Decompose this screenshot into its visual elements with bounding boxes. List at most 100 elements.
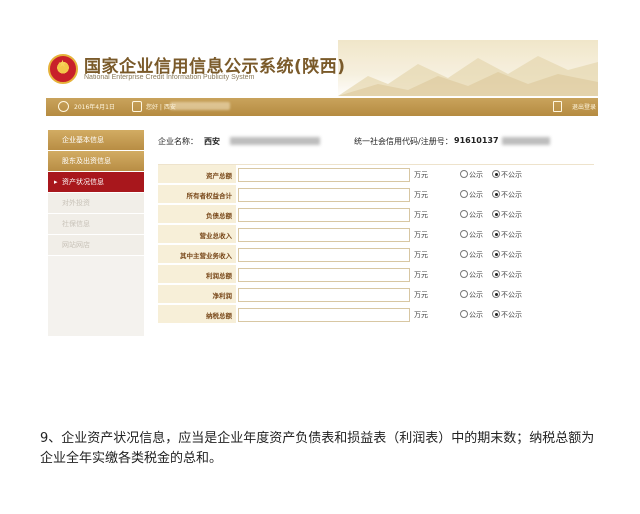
redacted-credit-code <box>502 137 550 145</box>
unit-label: 万元 <box>414 271 428 279</box>
private-radio[interactable] <box>492 190 500 198</box>
field-label: 纳税总额 <box>206 312 232 320</box>
private-radio-label: 不公示 <box>501 311 522 319</box>
sidebar-item-shareholders[interactable]: 股东及出资信息 <box>48 151 144 171</box>
private-radio[interactable] <box>492 170 500 178</box>
top-info-bar: 2016年4月1日 您好 | 西安 退出登录 <box>46 98 598 116</box>
public-radio[interactable] <box>460 190 468 198</box>
total-revenue-input[interactable] <box>238 228 410 242</box>
sidebar-item-label: 资产状况信息 <box>62 178 104 186</box>
unit-label: 万元 <box>414 211 428 219</box>
private-radio-label: 不公示 <box>501 291 522 299</box>
private-radio[interactable] <box>492 310 500 318</box>
credit-code-value: 91610137 <box>454 136 499 145</box>
field-label: 负债总额 <box>206 212 232 220</box>
field-label-cell: 负债总额 <box>158 205 236 224</box>
sidebar-item-assets[interactable]: ▸ 资产状况信息 <box>48 172 144 192</box>
enterprise-info-row: 企业名称： 西安 统一社会信用代码/注册号： 91610137 <box>158 136 594 148</box>
field-label: 其中主营业务收入 <box>180 252 232 260</box>
asset-status-form: 资产总额 万元 公示 不公示 所有者权益合计 万元 公示 不公示 负债总额 万元… <box>158 164 594 324</box>
field-label: 净利润 <box>212 292 233 300</box>
national-emblem-icon: ★ <box>48 54 78 84</box>
form-row-main-business-revenue: 其中主营业务收入 万元 公示 不公示 <box>158 245 594 265</box>
form-row-total-tax: 纳税总额 万元 公示 不公示 <box>158 305 594 325</box>
form-row-total-liabilities: 负债总额 万元 公示 不公示 <box>158 205 594 225</box>
form-row-net-profit: 净利润 万元 公示 不公示 <box>158 285 594 305</box>
enterprise-name-value: 西安 <box>204 137 220 146</box>
sidebar-item-label: 企业基本信息 <box>62 136 104 144</box>
user-icon <box>132 101 142 112</box>
sidebar-item-label: 对外投资 <box>62 199 90 207</box>
public-radio[interactable] <box>460 210 468 218</box>
caption-text: 9、企业资产状况信息，应当是企业年度资产负债表和损益表（利润表）中的期末数；纳税… <box>40 429 610 469</box>
unit-label: 万元 <box>414 251 428 259</box>
unit-label: 万元 <box>414 291 428 299</box>
sidebar: 企业基本信息 股东及出资信息 ▸ 资产状况信息 对外投资 社保信息 网站网店 <box>48 130 144 336</box>
public-radio-label: 公示 <box>469 171 483 179</box>
form-row-total-revenue: 营业总收入 万元 公示 不公示 <box>158 225 594 245</box>
total-tax-input[interactable] <box>238 308 410 322</box>
sidebar-item-websites[interactable]: 网站网店 <box>48 235 144 255</box>
public-radio[interactable] <box>460 290 468 298</box>
private-radio[interactable] <box>492 210 500 218</box>
field-label-cell: 净利润 <box>158 285 236 304</box>
sidebar-item-social-security[interactable]: 社保信息 <box>48 214 144 234</box>
field-label-cell: 利润总额 <box>158 265 236 284</box>
private-radio-label: 不公示 <box>501 211 522 219</box>
sidebar-item-basic-info[interactable]: 企业基本信息 <box>48 130 144 150</box>
unit-label: 万元 <box>414 171 428 179</box>
site-header: ★ 国家企业信用信息公示系统(陕西) National Enterprise C… <box>44 40 598 98</box>
field-label: 资产总额 <box>206 172 232 180</box>
public-radio[interactable] <box>460 170 468 178</box>
sidebar-background <box>48 256 144 336</box>
caption-line-2: 企业全年实缴各类税金的总和。 <box>40 451 223 466</box>
site-subtitle: National Enterprise Credit Information P… <box>84 74 255 81</box>
private-radio[interactable] <box>492 290 500 298</box>
field-label-cell: 其中主营业务收入 <box>158 245 236 264</box>
credit-code-label: 统一社会信用代码/注册号： <box>354 137 453 146</box>
owner-equity-input[interactable] <box>238 188 410 202</box>
main-business-revenue-input[interactable] <box>238 248 410 262</box>
field-label: 所有者权益合计 <box>186 192 233 200</box>
public-radio-label: 公示 <box>469 211 483 219</box>
logout-icon[interactable] <box>553 101 562 112</box>
sidebar-item-label: 网站网店 <box>62 241 90 249</box>
total-liabilities-input[interactable] <box>238 208 410 222</box>
current-date: 2016年4月1日 <box>74 104 115 111</box>
field-label: 营业总收入 <box>199 232 233 240</box>
private-radio-label: 不公示 <box>501 271 522 279</box>
public-radio-label: 公示 <box>469 251 483 259</box>
sidebar-item-label: 股东及出资信息 <box>62 157 111 165</box>
form-row-total-profit: 利润总额 万元 公示 不公示 <box>158 265 594 285</box>
public-radio-label: 公示 <box>469 271 483 279</box>
logout-link[interactable]: 退出登录 <box>572 102 596 111</box>
private-radio-label: 不公示 <box>501 251 522 259</box>
private-radio[interactable] <box>492 250 500 258</box>
public-radio[interactable] <box>460 230 468 238</box>
private-radio[interactable] <box>492 230 500 238</box>
sidebar-item-investment[interactable]: 对外投资 <box>48 193 144 213</box>
public-radio[interactable] <box>460 270 468 278</box>
public-radio-label: 公示 <box>469 191 483 199</box>
form-row-owner-equity: 所有者权益合计 万元 公示 不公示 <box>158 185 594 205</box>
main-panel: 企业名称： 西安 统一社会信用代码/注册号： 91610137 资产总额 万元 … <box>154 130 594 368</box>
private-radio-label: 不公示 <box>501 191 522 199</box>
private-radio[interactable] <box>492 270 500 278</box>
field-label-cell: 所有者权益合计 <box>158 185 236 204</box>
field-label-cell: 纳税总额 <box>158 305 236 324</box>
unit-label: 万元 <box>414 191 428 199</box>
public-radio[interactable] <box>460 310 468 318</box>
public-radio-label: 公示 <box>469 231 483 239</box>
field-label: 利润总额 <box>206 272 232 280</box>
unit-label: 万元 <box>414 231 428 239</box>
caption-line-1: 9、企业资产状况信息，应当是企业年度资产负债表和损益表（利润表）中的期末数；纳税… <box>40 431 595 446</box>
total-assets-input[interactable] <box>238 168 410 182</box>
redacted-user-name <box>170 102 230 110</box>
total-profit-input[interactable] <box>238 268 410 282</box>
enterprise-name-label: 企业名称： <box>158 137 198 146</box>
public-radio[interactable] <box>460 250 468 258</box>
form-row-total-assets: 资产总额 万元 公示 不公示 <box>158 165 594 185</box>
public-radio-label: 公示 <box>469 291 483 299</box>
public-radio-label: 公示 <box>469 311 483 319</box>
net-profit-input[interactable] <box>238 288 410 302</box>
